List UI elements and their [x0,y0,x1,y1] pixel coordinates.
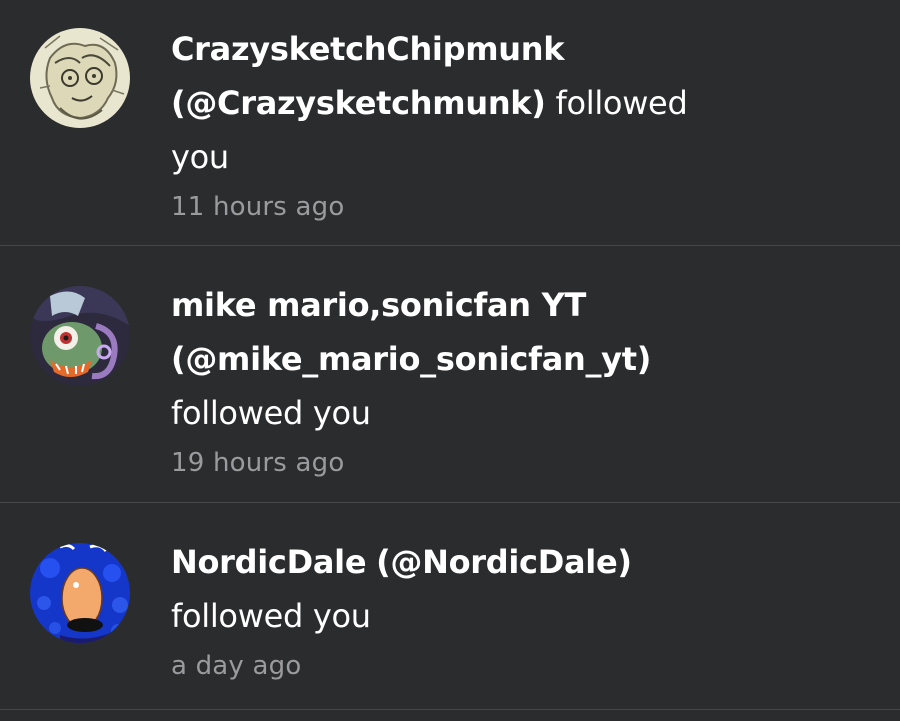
notification-item[interactable]: NordicDale (@NordicDale) followed you a … [0,503,900,710]
action-text: followed you [171,394,371,432]
user-handle[interactable]: (@Crazysketchmunk) [171,84,546,122]
action-text: followed you [171,597,371,635]
notification-item[interactable]: CrazysketchChipmunk (@Crazysketchmunk) f… [0,0,900,246]
user-handle[interactable]: (@mike_mario_sonicfan_yt) [171,340,651,378]
notification-feed: CrazysketchChipmunk (@Crazysketchmunk) f… [0,0,900,721]
timestamp: 11 hours ago [171,192,345,222]
avatar[interactable] [30,286,130,386]
user-handle[interactable]: (@NordicDale) [376,543,632,581]
user-name[interactable]: CrazysketchChipmunk [171,30,565,68]
sketch-avatar-icon [30,28,130,128]
user-name[interactable]: mike mario,sonicfan YT [171,286,586,324]
notification-item[interactable]: mike mario,sonicfan YT (@mike_mario_soni… [0,246,900,503]
notification-content: NordicDale (@NordicDale) followed you a … [171,535,880,683]
notification-content: CrazysketchChipmunk (@Crazysketchmunk) f… [171,22,880,224]
timestamp: 19 hours ago [171,448,345,478]
action-text-continued: you [171,138,229,176]
action-text: followed [555,84,688,122]
cartoon-avatar-icon [30,286,130,386]
avatar[interactable] [30,543,130,643]
avatar[interactable] [30,28,130,128]
timestamp: a day ago [171,651,302,681]
user-name[interactable]: NordicDale [171,543,367,581]
blue-cartoon-avatar-icon [30,543,130,643]
notification-content: mike mario,sonicfan YT (@mike_mario_soni… [171,278,880,480]
